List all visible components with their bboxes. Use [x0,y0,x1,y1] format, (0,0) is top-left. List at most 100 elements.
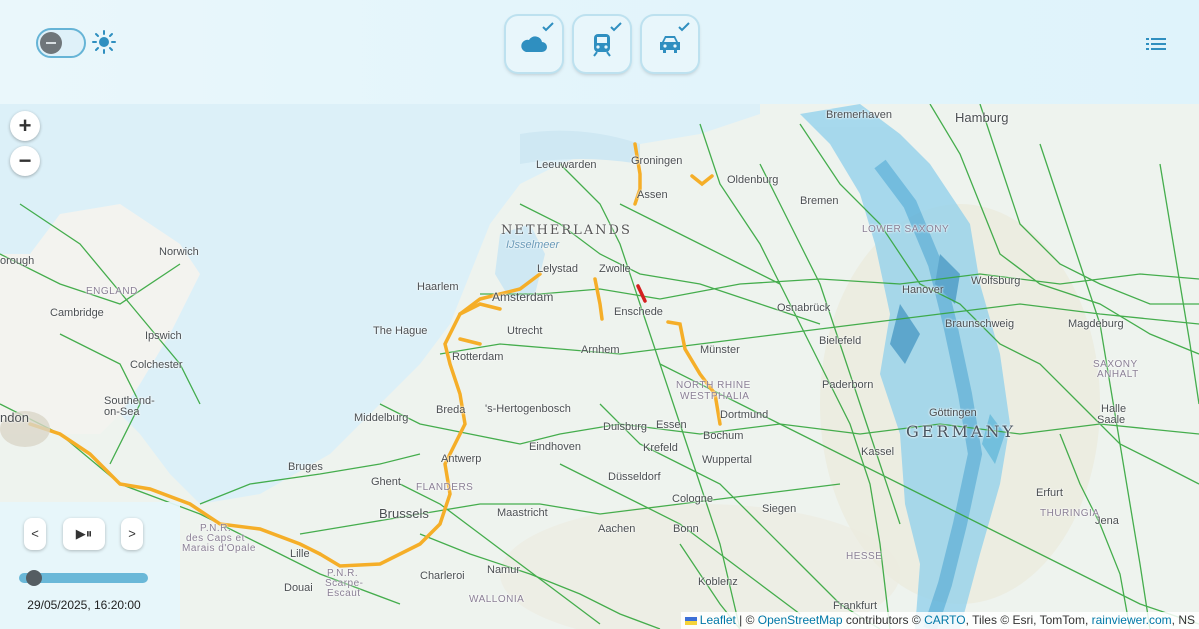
region-lower-saxony: LOWER SAXONY [862,224,950,235]
cloud-icon [521,36,547,52]
city-eindhoven: Eindhoven [529,441,581,453]
city-arnhem: Arnhem [581,344,620,356]
region-flanders: FLANDERS [416,482,474,493]
city-charleroi: Charleroi [420,570,465,582]
city-utrecht: Utrecht [507,325,543,337]
car-filter-button[interactable] [642,16,698,72]
region-nrw-2: WESTPHALIA [680,391,750,402]
city-magdeburg: Magdeburg [1068,318,1124,330]
timestamp: 29/05/2025, 16:20:00 [27,598,141,612]
city-bielefeld: Bielefeld [819,335,862,347]
city-jena: Jena [1095,515,1119,527]
theme-toggle[interactable] [36,28,86,58]
check-icon [678,22,690,32]
city-hamburg: Hamburg [955,110,1009,125]
next-frame-button[interactable]: > [121,518,143,550]
carto-link[interactable]: CARTO [924,613,966,627]
city-namur: Namur [487,564,521,576]
city-orough: orough [0,255,35,267]
city-aachen: Aachen [598,523,636,535]
city-bremen: Bremen [800,195,839,207]
city-maastricht: Maastricht [497,507,548,519]
city-gottingen: Göttingen [929,407,977,419]
attribution-contrib: contributors © [842,613,925,627]
leaflet-link[interactable]: Leaflet [700,613,736,627]
city-ghent: Ghent [371,476,401,488]
city-paderborn: Paderborn [822,379,874,391]
water-ijsselmeer: IJsselmeer [506,239,560,251]
city-oldenburg: Oldenburg [727,174,779,186]
city-enschede: Enschede [614,306,663,318]
car-icon [660,36,680,53]
city-zwolle: Zwolle [599,263,631,275]
region-england: ENGLAND [86,286,138,297]
top-bar [0,0,1199,104]
city-cambridge: Cambridge [50,307,104,319]
city-groningen: Groningen [631,155,683,167]
city-assen: Assen [637,189,668,201]
city-hertogenbosch: 's-Hertogenbosch [485,403,571,415]
attribution-sep: | © [735,613,758,627]
osm-link[interactable]: OpenStreetMap [758,613,843,627]
city-wuppertal: Wuppertal [702,454,752,466]
pnr-label-3: Marais d'Opale [182,543,256,554]
city-koblenz: Koblenz [698,576,738,588]
region-nrw-1: NORTH RHINE [676,380,751,391]
city-leeuwarden: Leeuwarden [536,159,597,171]
region-wallonia: WALLONIA [469,594,525,605]
city-brussels: Brussels [379,506,429,521]
city-duisburg: Duisburg [603,421,648,433]
city-amsterdam: Amsterdam [492,290,554,304]
city-bonn: Bonn [673,523,699,535]
check-icon [610,22,622,32]
country-germany: GERMANY [906,422,1017,441]
city-dortmund: Dortmund [720,409,769,421]
play-pause-button[interactable]: ▶⏸ [63,518,105,550]
city-munster: Münster [700,344,740,356]
alert-route [636,284,647,303]
city-lelystad: Lelystad [537,263,578,275]
city-ipswich: Ipswich [145,330,182,342]
country-netherlands: NETHERLANDS [501,223,632,238]
city-krefeld: Krefeld [643,442,678,454]
ukraine-flag-icon [684,616,697,625]
city-bochum: Bochum [703,430,744,442]
city-middelburg: Middelburg [354,412,409,424]
train-filter-button[interactable] [574,16,630,72]
toggle-knob [40,32,62,54]
check-icon [542,22,554,32]
attribution-ns: , NS [1171,613,1195,627]
attribution-tiles: , Tiles © Esri, TomTom, [965,613,1092,627]
zoom-in-button[interactable]: + [10,111,40,141]
region-thuringia: THURINGIA [1040,508,1100,519]
sun-icon [92,30,116,54]
city-rotterdam: Rotterdam [452,351,504,363]
city-bremerhaven: Bremerhaven [826,109,893,121]
city-frankfurt: Frankfurt [833,600,878,612]
city-dusseldorf: Düsseldorf [608,471,661,483]
city-antwerp: Antwerp [441,453,482,465]
city-kassel: Kassel [861,446,895,458]
city-lille: Lille [290,548,310,560]
city-norwich: Norwich [159,246,199,258]
prev-frame-button[interactable]: < [24,518,46,550]
train-icon [593,34,611,57]
city-saale: Saale [1097,414,1126,426]
weather-filter-button[interactable] [506,16,562,72]
city-siegen: Siegen [762,503,797,515]
list-icon[interactable] [1146,36,1166,52]
city-breda: Breda [436,404,466,416]
city-colchester: Colchester [130,359,183,371]
city-hannover: Hanover [902,284,944,296]
timeline-slider-thumb[interactable] [26,570,43,586]
city-braunschweig: Braunschweig [945,318,1015,330]
city-haarlem: Haarlem [417,281,459,293]
city-cologne: Cologne [672,493,713,505]
timeline-slider[interactable] [19,570,148,586]
rainviewer-link[interactable]: rainviewer.com [1092,613,1172,627]
pnr-label-6: Escaut [327,588,361,599]
city-osnabruck: Osnabrück [777,302,831,314]
zoom-out-button[interactable]: − [10,146,40,176]
city-southend-2: on-Sea [104,406,140,418]
playback-panel: < ▶⏸ > 29/05/2025, 16:20:00 [0,502,180,629]
